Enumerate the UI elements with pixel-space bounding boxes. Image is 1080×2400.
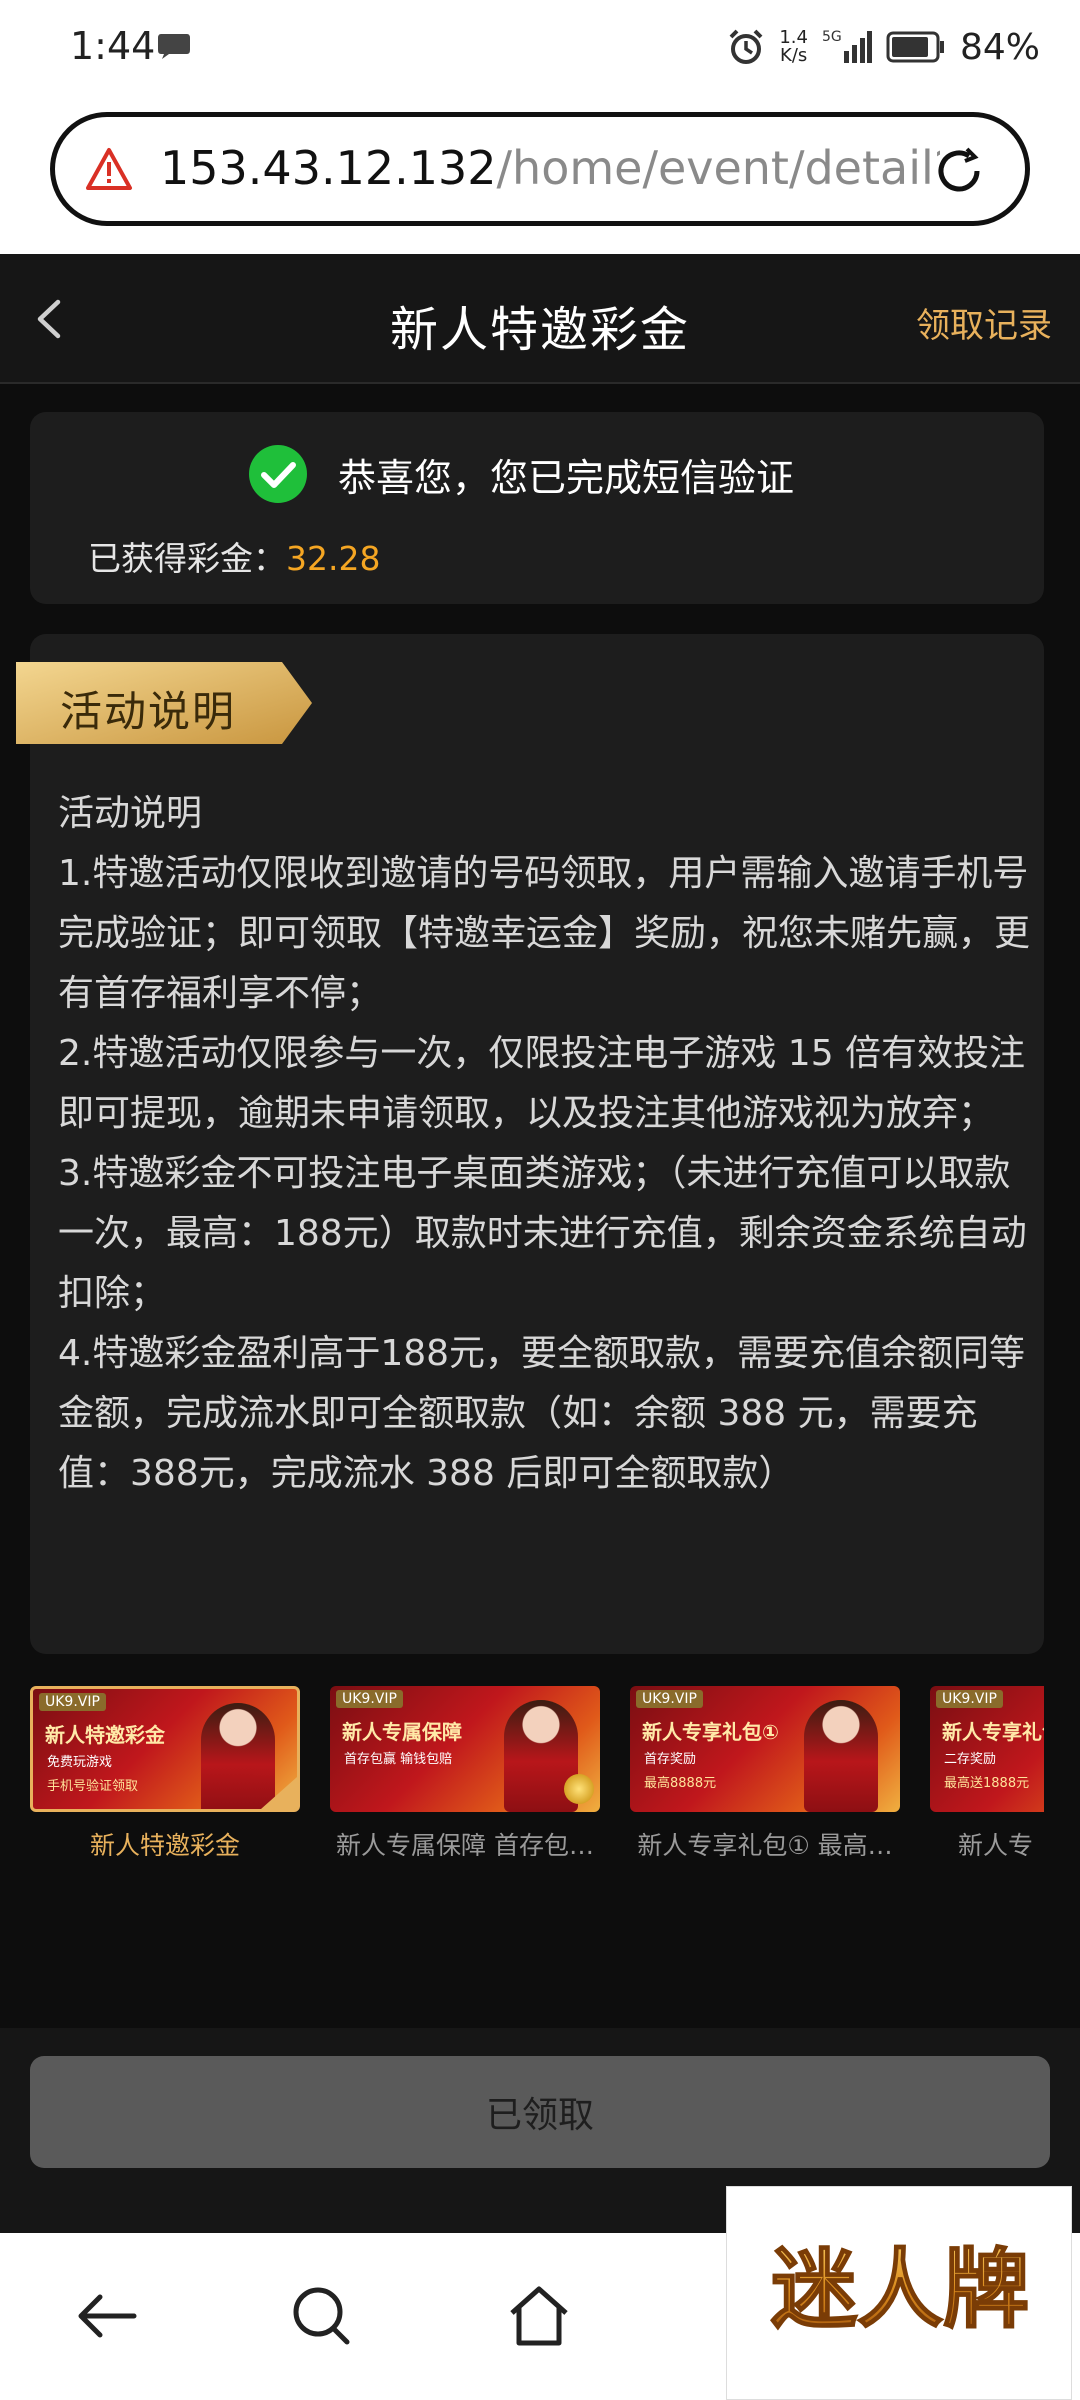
rule-item-3: 3.特邀彩金不可投注电子桌面类游戏；（未进行充值可以取款一次，最高：188元）取… (58, 1153, 1027, 1314)
status-icons: 1.4 K/s 5G 84% (727, 22, 1040, 72)
promo-card[interactable]: UK9.VIP 新人专属保障 首存包赢 输钱包赔 新人专属保障 首存包… (330, 1686, 600, 1856)
address-bar[interactable]: 153.43.12.132/home/event/detail? (50, 112, 1030, 226)
promo-image[interactable]: UK9.VIP 新人特邀彩金 免费玩游戏 手机号验证领取 (30, 1686, 300, 1812)
promo-card[interactable]: UK9.VIP 新人专享礼包① 首存奖励 最高8888元 新人专享礼包① 最高… (630, 1686, 900, 1856)
signal-icon (843, 31, 872, 63)
promo-image[interactable]: UK9.VIP 新人专享礼包 二存奖励 最高送1888元 (930, 1686, 1044, 1812)
watermark-logo: 迷人牌 (726, 2186, 1072, 2400)
promo-subtitle: 首存包赢 输钱包赔 (344, 1752, 453, 1767)
promo-model-image (804, 1700, 878, 1812)
warning-triangle-icon[interactable] (85, 147, 133, 191)
promo-label[interactable]: 新人专 (930, 1826, 1044, 1856)
promo-brand: UK9.VIP (936, 1690, 1003, 1708)
app-header: 新人特邀彩金 领取记录 (0, 254, 1080, 384)
network-speed-unit: K/s (780, 45, 808, 66)
promo-image[interactable]: UK9.VIP 新人专享礼包① 首存奖励 最高8888元 (630, 1686, 900, 1812)
rule-item-2: 2.特邀活动仅限参与一次，仅限投注电子游戏 15 倍有效投注即可提现，逾期未申请… (58, 1033, 1026, 1134)
promo-subtitle-2: 最高送1888元 (944, 1776, 1030, 1791)
promo-subtitle: 首存奖励 (644, 1752, 697, 1767)
bonus-label: 已获得彩金： (88, 539, 286, 578)
url-text[interactable]: 153.43.12.132/home/event/detail? (160, 141, 940, 195)
promo-headline: 新人专属保障 (342, 1720, 462, 1744)
promo-subtitle-2: 最高8888元 (644, 1776, 717, 1791)
check-circle-icon (249, 445, 307, 503)
promo-label[interactable]: 新人特邀彩金 (30, 1826, 300, 1856)
promo-image[interactable]: UK9.VIP 新人专属保障 首存包赢 输钱包赔 (330, 1686, 600, 1812)
rules-text: 活动说明 1.特邀活动仅限收到邀请的号码领取，用户需输入邀请手机号完成验证；即可… (58, 784, 1038, 1504)
battery-percent: 84% (959, 26, 1040, 68)
logo-text-art: 迷人牌 (770, 2239, 1030, 2341)
promo-model-image (201, 1703, 275, 1809)
promo-headline: 新人特邀彩金 (45, 1723, 165, 1747)
verification-status: 恭喜您，您已完成短信验证 (248, 444, 794, 504)
browser-toolbar: 153.43.12.132/home/event/detail? (0, 96, 1080, 254)
verification-message: 恭喜您，您已完成短信验证 (338, 455, 795, 500)
arrow-left-icon[interactable] (72, 2281, 142, 2351)
alarm-icon (729, 29, 763, 64)
signal-strength: 5G (822, 29, 872, 65)
promo-carousel[interactable]: UK9.VIP 新人特邀彩金 免费玩游戏 手机号验证领取 新人特邀彩金 UK9.… (30, 1686, 1044, 1856)
battery-icon (886, 31, 944, 63)
promo-brand: UK9.VIP (636, 1690, 703, 1708)
promo-subtitle-2: 手机号验证领取 (47, 1779, 139, 1794)
rules-tag: 活动说明 (16, 662, 326, 744)
reload-icon[interactable] (931, 143, 987, 199)
verification-card: 恭喜您，您已完成短信验证 已获得彩金：32.28 (30, 412, 1044, 604)
url-host: 153.43.12.132 (160, 141, 497, 195)
promo-label[interactable]: 新人专属保障 首存包… (330, 1826, 600, 1856)
coin-icon (564, 1774, 594, 1804)
rule-item-4: 4.特邀彩金盈利高于188元，要全额取款，需要充值余额同等金额，完成流水即可全额… (58, 1333, 1026, 1494)
promo-headline: 新人专享礼包 (942, 1720, 1044, 1744)
rules-card: 活动说明 活动说明 1.特邀活动仅限收到邀请的号码领取，用户需输入邀请手机号完成… (16, 634, 1044, 1654)
rules-tag-label: 活动说明 (60, 687, 237, 736)
logo-text: 迷人牌 (771, 2240, 1029, 2340)
claimed-button[interactable]: 已领取 (30, 2056, 1050, 2168)
promo-subtitle: 二存奖励 (944, 1752, 997, 1767)
status-bar: 1:44 1.4 K/s 5G 84% (0, 0, 1080, 96)
bonus-value: 32.28 (286, 539, 381, 578)
status-time: 1:44 (70, 24, 156, 68)
promo-subtitle: 免费玩游戏 (47, 1755, 113, 1770)
chat-notification-icon (158, 34, 190, 59)
promo-brand: UK9.VIP (336, 1690, 403, 1708)
bonus-earned: 已获得彩金：32.28 (88, 532, 380, 580)
network-speed: 1.4 K/s (779, 29, 808, 65)
rule-item-1: 1.特邀活动仅限收到邀请的号码领取，用户需输入邀请手机号完成验证；即可领取【特邀… (58, 853, 1031, 1014)
promo-brand: UK9.VIP (39, 1693, 106, 1711)
claim-records-link[interactable]: 领取记录 (916, 298, 1052, 347)
promo-card[interactable]: UK9.VIP 新人专享礼包 二存奖励 最高送1888元 新人专 (930, 1686, 1044, 1856)
promo-label[interactable]: 新人专享礼包① 最高… (630, 1826, 900, 1856)
promo-card[interactable]: UK9.VIP 新人特邀彩金 免费玩游戏 手机号验证领取 新人特邀彩金 (30, 1686, 300, 1856)
promo-headline: 新人专享礼包① (642, 1720, 779, 1744)
search-icon[interactable] (287, 2281, 357, 2351)
home-icon[interactable] (504, 2281, 574, 2351)
rules-heading: 活动说明 (58, 793, 203, 834)
url-path: /home/event/detail? (496, 141, 940, 195)
